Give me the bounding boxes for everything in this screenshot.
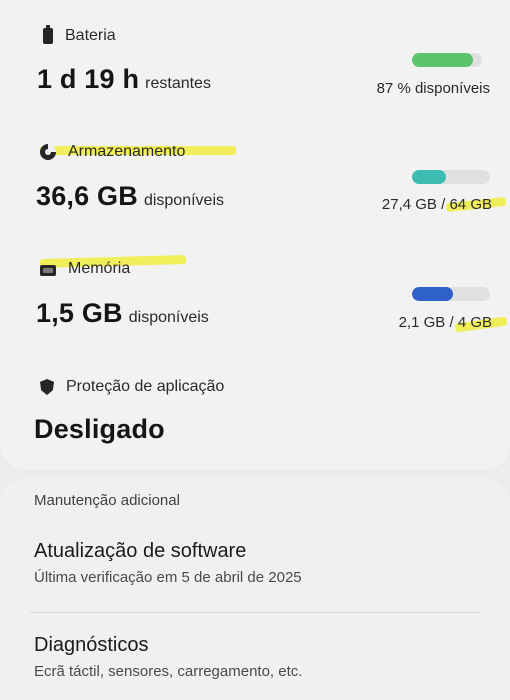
memory-usage-fill (412, 287, 454, 301)
app-protection-label: Proteção de aplicação (66, 378, 225, 395)
battery-icon (43, 25, 53, 44)
shield-icon (40, 379, 54, 395)
battery-level-bar (412, 53, 482, 67)
storage-available-unit: disponíveis (143, 192, 224, 209)
additional-maintenance-title: Manutenção adicional (34, 492, 180, 509)
memory-used: 2,1 GB (398, 314, 446, 331)
memory-label: Memória (68, 260, 131, 277)
memory-available-unit: disponíveis (128, 309, 209, 326)
memory-usage-bar (412, 287, 490, 301)
storage-used: 27,4 GB (381, 196, 437, 213)
diagnostics-title: Diagnósticos (34, 634, 149, 656)
software-update-subtitle: Última verificação em 5 de abril de 2025 (34, 569, 302, 586)
storage-label: Armazenamento (68, 143, 186, 160)
storage-usage-fill (412, 170, 446, 184)
battery-level-fill (412, 53, 473, 67)
storage-total: 64 GB (449, 196, 492, 213)
battery-status: 87 % disponíveis (376, 80, 490, 97)
diagnostics-item[interactable]: Diagnósticos Ecrã táctil, sensores, carr… (34, 634, 484, 680)
memory-total: 4 GB (457, 314, 492, 331)
divider (30, 612, 480, 613)
battery-label: Bateria (65, 27, 116, 44)
storage-available-value: 36,6 GB (36, 181, 138, 211)
software-update-title: Atualização de software (34, 540, 247, 562)
memory-available-value: 1,5 GB (36, 298, 123, 328)
storage-usage-bar (412, 170, 490, 184)
additional-maintenance-header: Manutenção adicional (34, 492, 180, 510)
pie-chart-icon (40, 144, 56, 160)
memory-usage-text: 2,1 GB / 4 GB (398, 314, 492, 331)
software-update-item[interactable]: Atualização de software Última verificaç… (34, 540, 484, 586)
diagnostics-subtitle: Ecrã táctil, sensores, carregamento, etc… (34, 663, 303, 680)
storage-usage-text: 27,4 GB / 64 GB (381, 196, 492, 213)
battery-time-unit: restantes (145, 75, 211, 92)
memory-chip-icon (40, 264, 56, 276)
app-protection-status: Desligado (34, 414, 165, 444)
battery-time-value: 1 d 19 h (37, 64, 140, 94)
